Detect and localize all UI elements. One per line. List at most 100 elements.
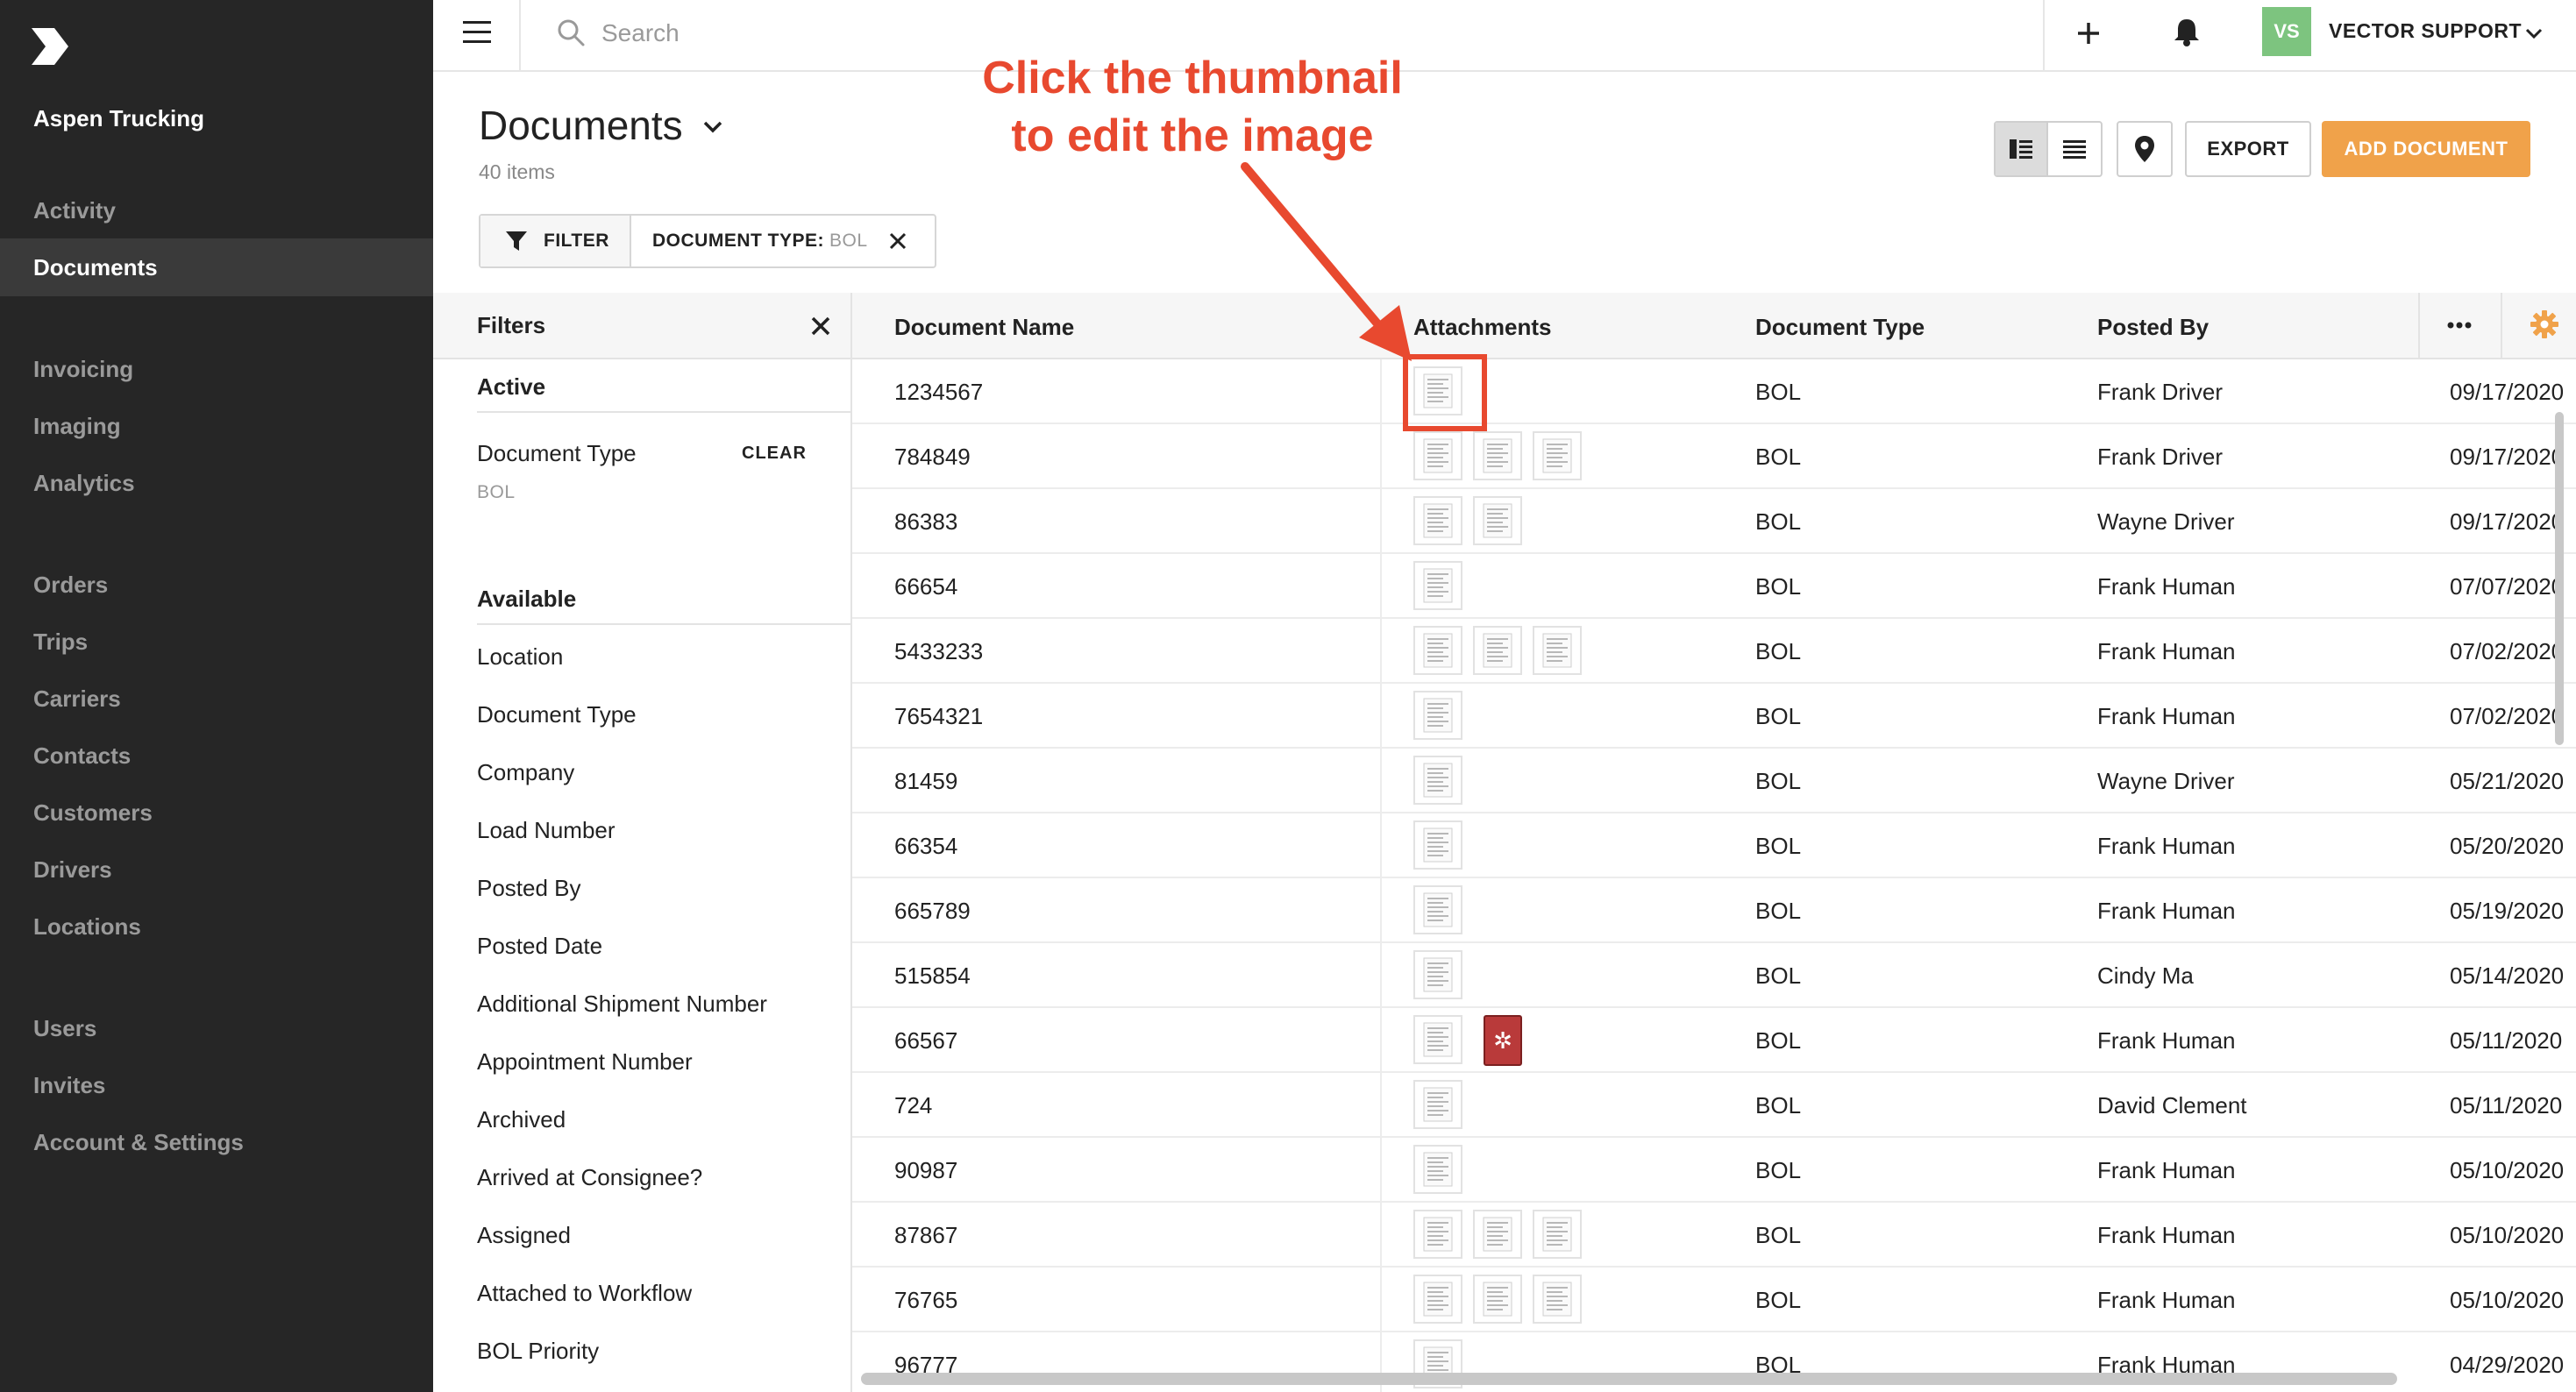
horizontal-scrollbar[interactable] [861, 1373, 2397, 1385]
available-filter-item[interactable]: Location [477, 643, 563, 671]
available-filter-item[interactable]: Posted By [477, 875, 581, 902]
hamburger-icon[interactable] [463, 21, 491, 44]
sidebar-item-account-settings[interactable]: Account & Settings [0, 1113, 433, 1171]
pdf-attachment-icon[interactable]: ✲ [1484, 1015, 1522, 1066]
attachment-thumbnail[interactable] [1413, 756, 1462, 805]
table-row[interactable]: 90987 BOL Frank Human 05/10/2020 [852, 1138, 2576, 1203]
plus-icon[interactable] [2073, 18, 2104, 49]
table-row[interactable]: 5433233 BOL Frank Human 07/02/2020 [852, 619, 2576, 684]
table-row[interactable]: 81459 BOL Wayne Driver 05/21/2020 [852, 749, 2576, 813]
sidebar-item-invoicing[interactable]: Invoicing [0, 340, 433, 398]
attachment-thumbnail[interactable] [1413, 1080, 1462, 1129]
sidebar-item-imaging[interactable]: Imaging [0, 397, 433, 455]
table-row[interactable]: 665789 BOL Frank Human 05/19/2020 [852, 878, 2576, 943]
table-row[interactable]: 515854 BOL Cindy Ma 05/14/2020 [852, 943, 2576, 1008]
sidebar-item-carriers[interactable]: Carriers [0, 670, 433, 728]
available-filter-item[interactable]: Attached to Workflow [477, 1280, 692, 1307]
attachment-thumbnail[interactable] [1413, 496, 1462, 545]
attachment-thumbnail[interactable] [1413, 820, 1462, 870]
avatar[interactable]: VS [2262, 7, 2311, 56]
sidebar-item-activity[interactable]: Activity [0, 181, 433, 239]
available-filter-item[interactable]: Document Type [477, 701, 637, 728]
table-row[interactable]: 86383 BOL Wayne Driver 09/17/2020 [852, 489, 2576, 554]
page-title[interactable]: Documents [479, 102, 683, 149]
add-document-button[interactable]: ADD DOCUMENT [2322, 121, 2530, 177]
table-row[interactable]: 1234567 BOL Frank Driver 09/17/2020 [852, 359, 2576, 424]
attachment-thumbnail[interactable] [1533, 1210, 1582, 1259]
sidebar-item-analytics[interactable]: Analytics [0, 454, 433, 512]
available-filter-item[interactable]: Posted Date [477, 933, 602, 960]
attachment-thumbnail[interactable] [1473, 431, 1522, 480]
table-row[interactable]: 66654 BOL Frank Human 07/07/2020 [852, 554, 2576, 619]
sidebar-item-drivers[interactable]: Drivers [0, 841, 433, 898]
attachment-thumbnail[interactable] [1473, 626, 1522, 675]
filter-button[interactable]: FILTER [480, 216, 631, 266]
vertical-scrollbar[interactable] [2555, 412, 2564, 745]
column-header-document-type[interactable]: Document Type [1755, 314, 1925, 341]
attachment-thumbnail[interactable] [1413, 431, 1462, 480]
user-name[interactable]: VECTOR SUPPORT [2329, 19, 2522, 43]
attachment-thumbnail[interactable] [1413, 561, 1462, 610]
sidebar-item-orders[interactable]: Orders [0, 556, 433, 614]
list-view-button[interactable] [2048, 123, 2101, 175]
split-view-button[interactable] [1996, 123, 2048, 175]
logo-icon[interactable] [28, 25, 72, 68]
posted-by-cell: Wayne Driver [2097, 508, 2235, 535]
table-row[interactable]: 7654321 BOL Frank Human 07/02/2020 [852, 684, 2576, 749]
available-filter-item[interactable]: Load Number [477, 817, 616, 844]
gear-icon[interactable] [2529, 309, 2560, 340]
document-thumbnail-icon [1423, 568, 1453, 603]
attachment-thumbnail[interactable] [1533, 626, 1582, 675]
export-button[interactable]: EXPORT [2185, 121, 2311, 177]
sidebar-item-trips[interactable]: Trips [0, 613, 433, 671]
sidebar-item-customers[interactable]: Customers [0, 784, 433, 842]
available-filter-item[interactable]: Appointment Number [477, 1048, 693, 1076]
attachment-thumbnail[interactable] [1413, 691, 1462, 740]
table-row[interactable]: 724 BOL David Clement 05/11/2020 [852, 1073, 2576, 1138]
attachment-thumbnail[interactable] [1413, 1015, 1462, 1064]
available-filter-item[interactable]: Assigned [477, 1222, 571, 1249]
table-row[interactable]: 66354 BOL Frank Human 05/20/2020 [852, 813, 2576, 878]
attachment-thumbnail[interactable] [1413, 1275, 1462, 1324]
chevron-down-icon[interactable] [2523, 23, 2544, 44]
attachment-thumbnail[interactable] [1413, 1145, 1462, 1194]
sidebar-item-users[interactable]: Users [0, 999, 433, 1057]
table-row[interactable]: 76765 BOL Frank Human 05/10/2020 [852, 1268, 2576, 1332]
available-filter-item[interactable]: BOL Priority [477, 1338, 599, 1365]
close-icon[interactable] [810, 316, 831, 337]
attachment-thumbnail[interactable] [1413, 950, 1462, 999]
attachment-thumbnail[interactable] [1473, 496, 1522, 545]
bell-icon[interactable] [2169, 14, 2204, 49]
column-header-attachments[interactable]: Attachments [1413, 314, 1551, 341]
attachment-thumbnail[interactable] [1533, 1275, 1582, 1324]
more-icon[interactable] [2444, 310, 2474, 340]
document-name-cell: 515854 [894, 962, 971, 989]
table-row[interactable]: 87867 BOL Frank Human 05/10/2020 [852, 1203, 2576, 1268]
attachment-thumbnail[interactable] [1473, 1275, 1522, 1324]
available-filter-item[interactable]: Arrived at Consignee? [477, 1164, 702, 1191]
close-icon[interactable] [887, 231, 908, 252]
sidebar-item-locations[interactable]: Locations [0, 898, 433, 955]
active-filter-chip[interactable]: DOCUMENT TYPE: BOL [631, 216, 935, 266]
clear-filter-button[interactable]: CLEAR [742, 444, 807, 464]
available-filter-item[interactable]: Additional Shipment Number [477, 991, 767, 1018]
attachment-thumbnail[interactable] [1533, 431, 1582, 480]
attachment-thumbnail[interactable] [1413, 885, 1462, 934]
column-header-document-name[interactable]: Document Name [894, 314, 1074, 341]
table-row[interactable]: 784849 BOL Frank Driver 09/17/2020 [852, 424, 2576, 489]
attachment-thumbnail[interactable] [1413, 626, 1462, 675]
map-view-button[interactable] [2117, 121, 2173, 177]
attachment-thumbnail[interactable] [1473, 1210, 1522, 1259]
chevron-down-icon[interactable] [701, 116, 724, 138]
company-name: Aspen Trucking [33, 105, 205, 131]
sidebar-item-invites[interactable]: Invites [0, 1056, 433, 1114]
column-header-posted-by[interactable]: Posted By [2097, 314, 2209, 341]
sidebar-item-contacts[interactable]: Contacts [0, 727, 433, 785]
posted-by-cell: Frank Driver [2097, 379, 2224, 405]
attachment-thumbnail[interactable] [1413, 1210, 1462, 1259]
sidebar-item-documents[interactable]: Documents [0, 238, 433, 296]
table-row[interactable]: 66567 BOL Frank Human 05/11/2020 ✲ [852, 1008, 2576, 1073]
available-filter-item[interactable]: Company [477, 759, 574, 786]
search-input[interactable] [601, 16, 1215, 51]
available-filter-item[interactable]: Archived [477, 1106, 566, 1133]
